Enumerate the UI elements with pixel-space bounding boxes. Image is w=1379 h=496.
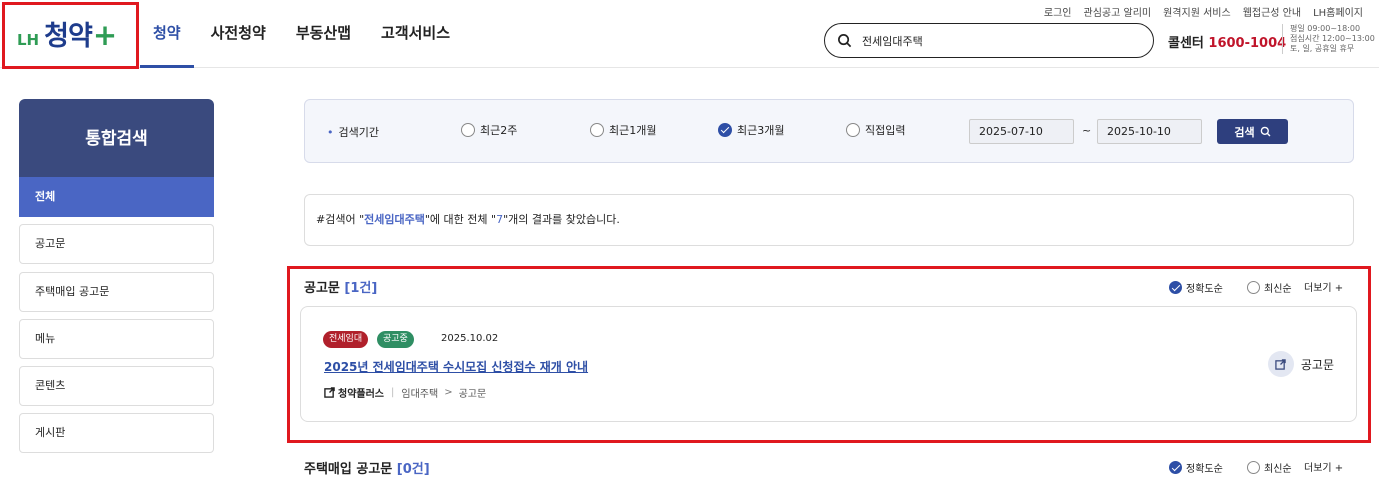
external-link-icon [324,387,335,398]
external-link-icon[interactable] [1267,351,1294,377]
accessibility-link[interactable]: 웹접근성 안내 [1243,4,1301,19]
sort-accuracy[interactable]: 정확도순 [1169,280,1223,295]
badge-jeonse: 전세임대 [323,331,369,348]
radio-1month[interactable]: 최근1개월 [590,122,656,138]
nav-item-subscription[interactable]: 청약 [140,0,194,68]
card-path: 청약플러스 | 임대주택 > 공고문 [324,385,486,400]
callcenter-number: 1600-1004 [1208,36,1287,51]
notice-alert-link[interactable]: 관심공고 알리미 [1084,4,1152,19]
call-hours: 평일 09:00~18:00 점심시간 12:00~13:00 토, 일, 공휴… [1282,24,1375,54]
radio-custom[interactable]: 직접입력 [846,122,905,138]
utility-links: 로그인 관심공고 알리미 원격지원 서비스 웹접근성 안내 LH홈페이지 [1044,4,1363,19]
call-hours-holiday: 토, 일, 공휴일 휴무 [1290,44,1355,53]
result-prefix: #검색어 " [316,213,365,226]
call-hours-lunch: 점심시간 12:00~13:00 [1290,34,1375,43]
result-summary: #검색어 "전세임대주택"에 대한 전체 "7"개의 결과를 찾았습니다. [304,194,1354,246]
search-period-filter: • 검색기간 최근2주 최근1개월 최근3개월 직접입력 2025-07-10 ~… [304,99,1354,163]
main-nav: 청약 사전청약 부동산맵 고객서비스 [140,0,467,68]
filter-label-text: 검색기간 [338,126,379,139]
card-source[interactable]: 청약플러스 [338,385,384,400]
radio-circle-checked[interactable] [1169,461,1182,474]
section-title-notice: 공고문 [1건] [304,277,377,296]
sort-label: 정확도순 [1186,464,1223,475]
chevron-right-icon: > [444,387,453,398]
highlight-box-logo [2,2,139,69]
sidebar-item-contents[interactable]: 콘텐츠 [19,366,214,406]
radio-2weeks[interactable]: 최근2주 [461,122,517,138]
lh-home-link[interactable]: LH홈페이지 [1313,4,1363,19]
header-search[interactable] [824,23,1154,58]
call-hours-weekday: 평일 09:00~18:00 [1290,24,1361,33]
sidebar-item-board[interactable]: 게시판 [19,413,214,453]
nav-item-pre-subscription[interactable]: 사전청약 [198,0,279,68]
radio-label: 최근2주 [480,124,518,137]
sort-label: 최신순 [1264,464,1292,475]
card-path-page: 공고문 [458,389,487,400]
radio-circle[interactable] [1247,281,1260,294]
nav-item-customer-service[interactable]: 고객서비스 [368,0,463,68]
card-date: 2025.10.02 [441,333,499,344]
sidebar-item-menu[interactable]: 메뉴 [19,319,214,359]
date-range-tilde: ~ [1082,124,1092,137]
radio-label: 최근1개월 [609,124,657,137]
radio-circle[interactable] [1247,461,1260,474]
result-middle: "에 대한 전체 " [424,213,497,226]
search-input[interactable] [862,34,1132,47]
sidebar-item-notice[interactable]: 공고문 [19,224,214,264]
section-count: [0건] [396,462,430,477]
more-link[interactable]: 더보기 + [1304,279,1343,294]
section-title-house-purchase: 주택매입 공고문 [0건] [304,458,430,477]
radio-circle[interactable] [846,123,860,137]
login-link[interactable]: 로그인 [1044,4,1072,19]
section-title-text: 주택매입 공고문 [304,462,393,477]
date-from-input[interactable]: 2025-07-10 [969,119,1074,144]
radio-circle-checked[interactable] [718,123,732,137]
result-suffix: "개의 결과를 찾았습니다. [503,213,620,226]
card-link-label: 공고문 [1300,357,1334,372]
sort-latest[interactable]: 최신순 [1247,280,1292,295]
remote-support-link[interactable]: 원격지원 서비스 [1163,4,1231,19]
callcenter: 콜센터 1600-1004 [1168,32,1286,51]
sort-label: 정확도순 [1186,284,1223,295]
sidebar-item-all[interactable]: 전체 [19,177,214,217]
section-title-text: 공고문 [304,281,340,296]
card-open-link[interactable]: 공고문 [1267,351,1334,377]
filter-label: • 검색기간 [327,126,379,139]
radio-circle[interactable] [461,123,475,137]
search-button-label: 검색 [1234,125,1255,139]
sort-accuracy[interactable]: 정확도순 [1169,460,1223,475]
badge-status: 공고중 [377,331,414,348]
nav-item-real-estate-map[interactable]: 부동산맵 [283,0,364,68]
radio-label: 직접입력 [865,124,906,137]
result-keyword: 전세임대주택 [364,213,425,226]
radio-label: 최근3개월 [737,124,785,137]
search-button[interactable]: 검색 [1217,119,1288,144]
header: LH 청약 + 청약 사전청약 부동산맵 고객서비스 로그인 관심공고 알리미 … [0,0,1379,69]
radio-3months[interactable]: 최근3개월 [718,122,784,138]
card-path-category: 임대주택 [401,389,439,400]
section-count: [1건] [344,281,378,296]
radio-circle[interactable] [590,123,604,137]
sidebar-item-house-purchase[interactable]: 주택매입 공고문 [19,272,214,312]
search-icon[interactable] [837,33,852,48]
search-icon [1260,126,1271,137]
date-to-input[interactable]: 2025-10-10 [1097,119,1202,144]
path-separator: | [391,387,395,398]
radio-circle-checked[interactable] [1169,281,1182,294]
card-title-link[interactable]: 2025년 전세임대주택 수시모집 신청접수 재개 안내 [324,358,588,375]
sort-latest[interactable]: 최신순 [1247,460,1292,475]
callcenter-label: 콜센터 [1168,36,1204,51]
sidebar-title: 통합검색 [19,99,214,177]
result-card: 전세임대 공고중 2025.10.02 2025년 전세임대주택 수시모집 신청… [300,306,1357,422]
sort-label: 최신순 [1264,284,1292,295]
more-link[interactable]: 더보기 + [1304,459,1343,474]
